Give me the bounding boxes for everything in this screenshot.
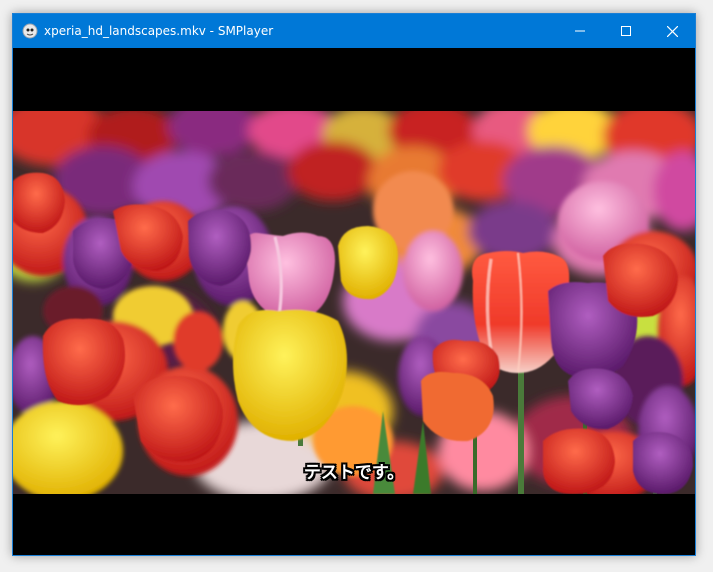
smplayer-icon[interactable]: [22, 23, 38, 39]
maximize-icon: [621, 26, 631, 36]
maximize-button[interactable]: [603, 14, 649, 48]
window-title: xperia_hd_landscapes.mkv - SMPlayer: [44, 24, 274, 38]
close-button[interactable]: [649, 14, 695, 48]
video-display[interactable]: テストです。: [13, 48, 695, 555]
title-bar[interactable]: xperia_hd_landscapes.mkv - SMPlayer: [13, 14, 695, 48]
smplayer-window: xperia_hd_landscapes.mkv - SMPlayer テストで…: [12, 13, 696, 556]
window-controls: [557, 14, 695, 48]
close-icon: [666, 25, 678, 37]
subtitle-text: テストです。: [303, 463, 405, 483]
tulip-field-image: [13, 111, 695, 494]
minimize-button[interactable]: [557, 14, 603, 48]
minimize-icon: [575, 30, 585, 32]
